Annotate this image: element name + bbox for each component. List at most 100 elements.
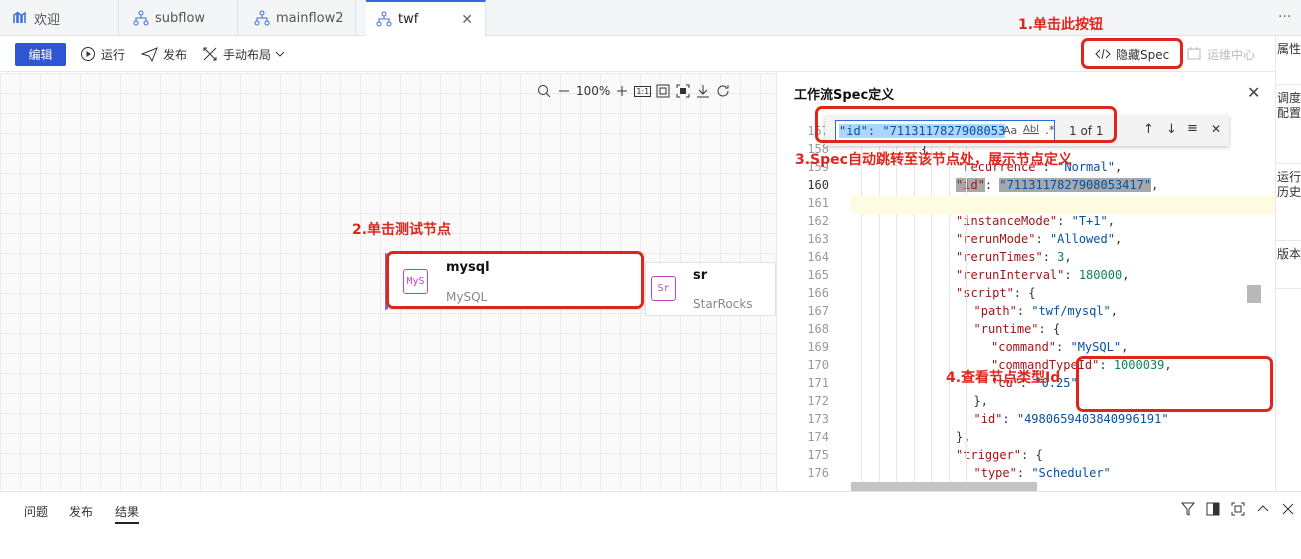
line-number: 170: [807, 358, 829, 372]
close-icon[interactable]: [1281, 502, 1295, 516]
zoom-toolbar: 100% 1:1: [536, 79, 731, 103]
code-token: ,: [1122, 268, 1130, 282]
code-line: "rerunInterval": 180000,: [956, 268, 1130, 282]
zoom-level: 100%: [576, 84, 611, 98]
json-string: "4980659403840996191": [1016, 412, 1169, 426]
code-token: ,: [1121, 340, 1129, 354]
tab-mainflow2[interactable]: mainflow2: [238, 0, 356, 36]
line-number: 164: [807, 250, 829, 264]
tab-label: twf: [398, 11, 419, 27]
edit-button[interactable]: 编辑: [15, 43, 66, 66]
maximize-icon[interactable]: [1231, 502, 1245, 516]
line-number: 176: [807, 466, 829, 480]
line-number: 160: [807, 178, 829, 192]
json-string: "T+1": [1071, 214, 1108, 228]
json-key: "runtime": [973, 322, 1039, 336]
code-token: },: [956, 430, 971, 444]
indent-guide: [913, 124, 915, 484]
tab-results[interactable]: 结果: [115, 503, 140, 524]
rail-history[interactable]: 运行历史: [1276, 164, 1301, 241]
line-number: 172: [807, 394, 829, 408]
line-number: 168: [807, 322, 829, 336]
json-key: "id": [973, 412, 1003, 426]
annotation-3: 3.Spec自动跳转至该节点处，展示节点定义: [795, 152, 1072, 168]
layout-dropdown[interactable]: 手动布局: [202, 44, 291, 64]
current-line-highlight: [851, 196, 1275, 214]
tab-publish[interactable]: 发布: [69, 503, 93, 520]
line-number: 161: [807, 196, 829, 210]
annotation-box-3: [815, 106, 1117, 143]
json-key: "instanceMode": [956, 214, 1058, 228]
refresh-icon[interactable]: [715, 83, 731, 99]
run-button[interactable]: 运行: [80, 44, 125, 64]
ops-icon: [1187, 47, 1201, 60]
spec-title: 工作流Spec定义: [794, 88, 895, 103]
code-token: },: [973, 394, 988, 408]
line-number: 171: [807, 376, 829, 390]
code-line: },: [956, 430, 970, 444]
code-token: ,: [1151, 178, 1159, 192]
node-type: StarRocks: [693, 297, 753, 311]
code-token: ,: [1114, 232, 1123, 246]
publish-button[interactable]: 发布: [141, 44, 187, 64]
filter-icon[interactable]: [1181, 502, 1195, 516]
tab-bar: 欢迎 subflow mainflow2 twf ✕ ···: [0, 0, 1301, 36]
previous-match-icon[interactable]: ↑: [1143, 122, 1154, 137]
code-line: "trigger": {: [956, 448, 1043, 462]
play-icon: [81, 47, 95, 61]
line-number: 166: [807, 286, 829, 300]
actual-size-icon[interactable]: 1:1: [634, 85, 652, 97]
line-number: 167: [807, 304, 829, 318]
tab-twf[interactable]: twf ✕: [366, 0, 486, 36]
run-label: 运行: [101, 47, 126, 62]
workflow-icon: [254, 10, 270, 26]
json-key: "rerunTimes": [956, 250, 1043, 264]
more-icon[interactable]: ···: [1278, 9, 1291, 25]
close-icon[interactable]: ✕: [461, 12, 473, 28]
search-icon[interactable]: [536, 83, 552, 99]
zoom-out-icon[interactable]: [556, 83, 572, 99]
find-in-selection-icon[interactable]: ≡: [1187, 121, 1198, 136]
fit-view-icon[interactable]: [655, 83, 671, 99]
json-key: "rerunMode": [956, 232, 1036, 246]
minimap-marker: [1247, 285, 1261, 303]
json-key: "id": [956, 178, 985, 192]
rail-version[interactable]: 版本: [1276, 241, 1301, 289]
line-number: 163: [807, 232, 829, 246]
workflow-icon: [133, 10, 149, 26]
chevron-down-icon: [275, 51, 285, 57]
indent-guide: [948, 124, 950, 484]
tab-subflow[interactable]: subflow: [119, 0, 238, 36]
tab-welcome[interactable]: 欢迎: [0, 0, 119, 36]
code-token: ,: [1064, 250, 1072, 264]
next-match-icon[interactable]: ↓: [1166, 122, 1177, 137]
code-line: "type": "Scheduler": [973, 466, 1111, 480]
horizontal-scrollbar[interactable]: [851, 482, 1037, 491]
split-icon[interactable]: [1206, 502, 1220, 516]
json-number: 180000: [1078, 268, 1123, 282]
rail-properties[interactable]: 属性: [1276, 36, 1301, 85]
bottom-panel: 问题 发布 结果: [0, 491, 1301, 559]
indent-guide: [931, 124, 932, 484]
node-sr[interactable]: Sr sr StarRocks: [645, 262, 776, 316]
json-key: "rerunInterval": [956, 268, 1065, 282]
ops-center-button[interactable]: 运维中心: [1186, 44, 1255, 64]
zoom-in-icon[interactable]: [614, 83, 630, 99]
rail-schedule[interactable]: 调度配置: [1276, 85, 1301, 164]
code-line: "path": "twf/mysql",: [973, 304, 1119, 318]
starrocks-icon: Sr: [651, 276, 676, 301]
chevron-up-icon[interactable]: [1256, 502, 1270, 516]
close-find-icon[interactable]: ✕: [1211, 122, 1221, 136]
code-token: : {: [1013, 286, 1036, 300]
tab-problems[interactable]: 问题: [24, 503, 48, 520]
ops-center-label: 运维中心: [1207, 47, 1256, 62]
tab-label: 欢迎: [34, 12, 61, 28]
code-line: },: [974, 394, 988, 408]
fullscreen-icon[interactable]: [675, 83, 691, 99]
code-line: "id": "4980659403840996191": [973, 412, 1169, 426]
close-icon[interactable]: ✕: [1247, 83, 1260, 102]
code-token: : {: [1038, 322, 1061, 336]
download-icon[interactable]: [695, 83, 711, 99]
code-token: ,: [1110, 304, 1119, 318]
annotation-1: 1.单击此按钮: [1018, 17, 1104, 33]
